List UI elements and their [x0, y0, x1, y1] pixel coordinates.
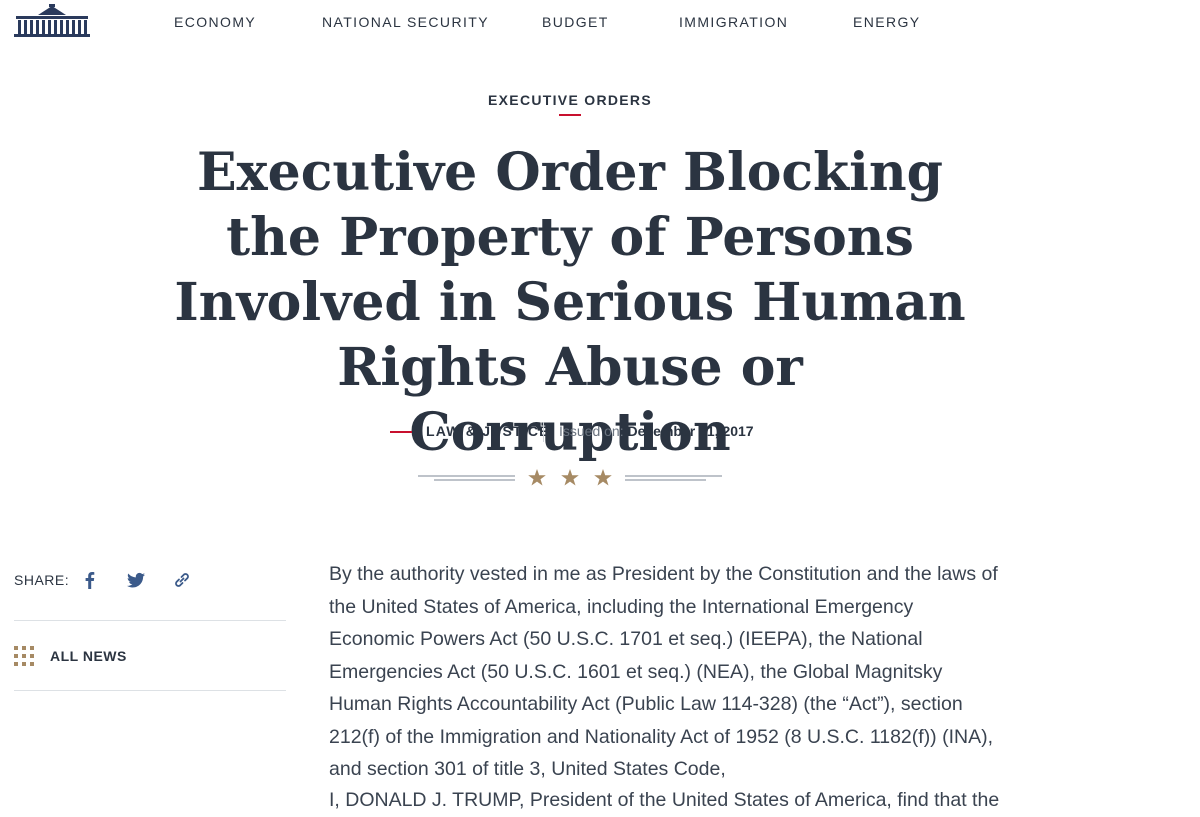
- star-icon: [561, 469, 579, 486]
- issued-label: Issued on:: [559, 423, 624, 439]
- grid-icon: [14, 646, 34, 666]
- star-icon: [594, 469, 612, 486]
- share-label: SHARE:: [14, 572, 70, 588]
- nav-energy[interactable]: ENERGY: [853, 14, 921, 30]
- section-kicker[interactable]: EXECUTIVE ORDERS: [0, 92, 1140, 108]
- nav-economy[interactable]: ECONOMY: [174, 14, 256, 30]
- body-paragraph: By the authority vested in me as Preside…: [329, 563, 998, 780]
- meta-red-rule: [390, 431, 412, 433]
- white-house-logo[interactable]: [14, 4, 90, 38]
- meta-separator: [543, 422, 544, 442]
- sidebar-divider: [14, 690, 286, 691]
- nav-immigration[interactable]: IMMIGRATION: [679, 14, 788, 30]
- all-news-link[interactable]: ALL NEWS: [14, 646, 154, 668]
- kicker-underline: [559, 114, 581, 116]
- nav-budget[interactable]: BUDGET: [542, 14, 609, 30]
- facebook-icon[interactable]: [80, 570, 100, 590]
- star-divider: [418, 469, 722, 486]
- twitter-icon[interactable]: [126, 570, 146, 590]
- nav-national-security[interactable]: NATIONAL SECURITY: [322, 14, 489, 30]
- body-paragraph: I, DONALD J. TRUMP, President of the Uni…: [329, 789, 1000, 811]
- category-link[interactable]: LAW & JUSTICE: [426, 423, 550, 439]
- sidebar-divider: [14, 620, 286, 621]
- page-title: Executive Order Blocking the Property of…: [174, 142, 966, 463]
- all-news-label: ALL NEWS: [50, 648, 127, 664]
- link-icon[interactable]: [172, 570, 192, 590]
- issued-date: December 21, 2017: [627, 423, 754, 439]
- star-icon: [528, 469, 546, 486]
- issued-info: Issued on: December 21, 2017: [559, 423, 754, 439]
